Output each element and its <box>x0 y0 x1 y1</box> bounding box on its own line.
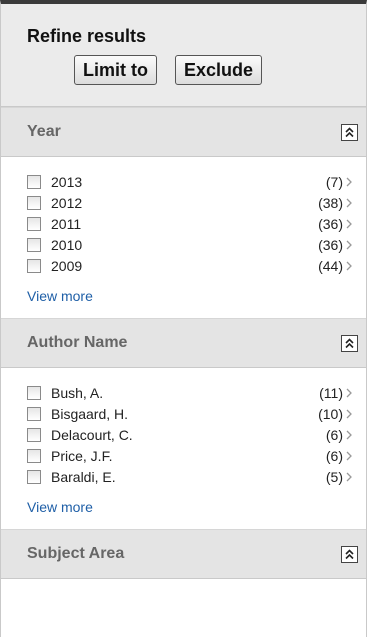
chevron-right-icon[interactable] <box>346 430 354 440</box>
section-header-author-name[interactable]: Author Name <box>1 318 366 368</box>
facet-label: 2011 <box>51 215 82 232</box>
chevron-right-icon[interactable] <box>346 198 354 208</box>
chevron-right-icon[interactable] <box>346 219 354 229</box>
list-item[interactable]: 2009 (44) <box>27 255 354 276</box>
chevron-right-icon[interactable] <box>346 451 354 461</box>
list-item[interactable]: Price, J.F. (6) <box>27 445 354 466</box>
exclude-button[interactable]: Exclude <box>175 55 263 85</box>
facet-list-author-name: Bush, A. (11) Bisgaard, H. (10) Delacour… <box>1 368 366 487</box>
facet-label: 2010 <box>51 236 83 253</box>
facet-list-year: 2013 (7) 2012 (38) 2011 (36) 2010 (36) 2… <box>1 157 366 276</box>
facet-label: 2012 <box>51 194 83 211</box>
refine-button-row: Limit to Exclude <box>27 55 366 85</box>
chevron-right-icon[interactable] <box>346 388 354 398</box>
facet-label: Price, J.F. <box>51 447 113 464</box>
facet-label: Delacourt, C. <box>51 426 133 443</box>
section-header-subject-area[interactable]: Subject Area <box>1 529 366 579</box>
checkbox[interactable] <box>27 406 41 421</box>
chevron-right-icon[interactable] <box>346 409 354 419</box>
double-chevron-up-icon[interactable] <box>341 545 358 563</box>
checkbox[interactable] <box>27 469 41 484</box>
checkbox[interactable] <box>27 427 41 442</box>
facet-label: Baraldi, E. <box>51 468 116 485</box>
facet-label: 2009 <box>51 257 83 274</box>
facet-label: Bisgaard, H. <box>51 405 129 422</box>
list-item[interactable]: Bush, A. (11) <box>27 382 354 403</box>
double-chevron-up-icon[interactable] <box>341 123 358 141</box>
list-item[interactable]: Delacourt, C. (6) <box>27 424 354 445</box>
list-item[interactable]: 2011 (36) <box>27 213 354 234</box>
checkbox[interactable] <box>27 258 41 273</box>
facet-label: 2013 <box>51 173 83 190</box>
refine-panel: Refine results Limit to Exclude Year 201… <box>0 0 367 637</box>
section-header-year[interactable]: Year <box>1 107 366 157</box>
view-more-link-year[interactable]: View more <box>1 288 366 304</box>
facet-label: Bush, A. <box>51 384 104 401</box>
refine-results-title: Refine results <box>27 26 147 46</box>
section-title-author-name: Author Name <box>27 334 128 351</box>
view-more-link-author-name[interactable]: View more <box>1 499 366 515</box>
facet-count: (11) <box>319 384 343 401</box>
list-item[interactable]: 2013 (7) <box>27 171 354 192</box>
facet-count: (7) <box>325 173 343 190</box>
double-chevron-up-icon[interactable] <box>341 334 358 352</box>
list-item[interactable]: Bisgaard, H. (10) <box>27 403 354 424</box>
facet-count: (44) <box>318 257 343 274</box>
list-item[interactable]: 2012 (38) <box>27 192 354 213</box>
checkbox[interactable] <box>27 237 41 252</box>
facet-count: (38) <box>318 194 343 211</box>
checkbox[interactable] <box>27 448 41 463</box>
facet-count: (6) <box>325 447 343 464</box>
section-title-subject-area: Subject Area <box>27 545 125 562</box>
facet-count: (36) <box>318 236 343 253</box>
facet-count: (10) <box>318 405 343 422</box>
facet-count: (5) <box>325 468 343 485</box>
chevron-right-icon[interactable] <box>346 261 354 271</box>
list-item[interactable]: 2010 (36) <box>27 234 354 255</box>
list-item[interactable]: Baraldi, E. (5) <box>27 466 354 487</box>
chevron-right-icon[interactable] <box>346 472 354 482</box>
facet-count: (6) <box>325 426 343 443</box>
section-title-year: Year <box>27 123 61 140</box>
checkbox[interactable] <box>27 385 41 400</box>
facet-count: (36) <box>318 215 343 232</box>
checkbox[interactable] <box>27 174 41 189</box>
limit-to-button[interactable]: Limit to <box>74 55 157 85</box>
checkbox[interactable] <box>27 195 41 210</box>
refine-results-box: Refine results Limit to Exclude <box>1 4 366 107</box>
chevron-right-icon[interactable] <box>346 240 354 250</box>
checkbox[interactable] <box>27 216 41 231</box>
chevron-right-icon[interactable] <box>346 177 354 187</box>
